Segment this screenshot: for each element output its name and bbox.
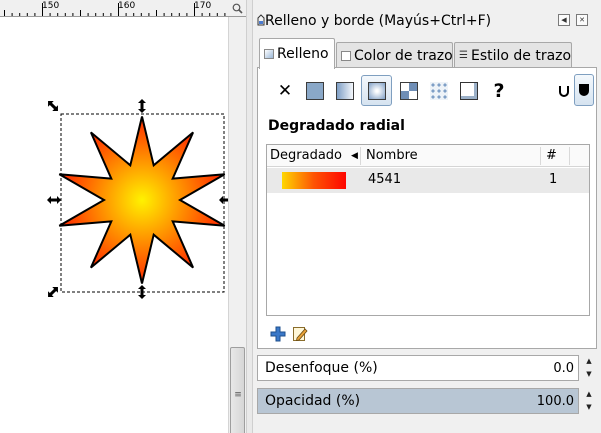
dialog-close-button[interactable]: ✕ xyxy=(576,14,588,26)
gradient-count: 1 xyxy=(549,172,558,187)
radial-gradient-icon xyxy=(367,81,386,100)
fill-tab-panel: ✕ ? Degradado radial Degradado ◀ Nombre … xyxy=(257,67,597,349)
swatch-button[interactable] xyxy=(426,78,452,104)
tab-fill-label: Relleno xyxy=(277,46,329,62)
ruler-label-150: 150 xyxy=(42,1,60,11)
zoom-icon xyxy=(232,3,243,14)
unset-paint-button[interactable] xyxy=(456,78,482,104)
nonzero-icon xyxy=(579,84,589,96)
blur-label: Desenfoque (%) xyxy=(265,360,378,376)
edit-gradient-button[interactable] xyxy=(292,326,308,342)
flat-color-icon xyxy=(306,82,324,100)
blur-spinner[interactable]: ▲ ▼ xyxy=(583,355,595,381)
fill-tab-icon xyxy=(264,49,274,59)
drawing-canvas[interactable] xyxy=(0,17,228,433)
spin-down-icon[interactable]: ▼ xyxy=(583,368,595,381)
scrollbar-thumb[interactable]: ≡ xyxy=(230,347,245,433)
gradient-list-header: Degradado ◀ Nombre # xyxy=(267,145,589,167)
opacity-value[interactable]: 100.0 xyxy=(537,394,574,409)
ruler-label-160: 160 xyxy=(118,1,136,11)
tab-stroke-style[interactable]: ☰ Estilo de trazo xyxy=(454,42,572,68)
dialog-title-bar: Relleno y borde (Mayús+Ctrl+F) ◀ ✕ xyxy=(253,10,601,32)
tab-stroke-style-label: Estilo de trazo xyxy=(470,47,572,64)
x-icon: ✕ xyxy=(277,81,293,101)
pattern-button[interactable] xyxy=(396,78,422,104)
handle-top[interactable] xyxy=(138,99,146,113)
gradient-row[interactable]: 4541 1 xyxy=(267,168,589,193)
spin-up-icon[interactable]: ▲ xyxy=(583,355,595,368)
stroke-paint-tab-icon xyxy=(341,50,351,61)
panel-separator[interactable] xyxy=(246,0,253,433)
opacity-label: Opacidad (%) xyxy=(265,393,361,409)
handle-top-left[interactable] xyxy=(45,98,61,114)
blur-field[interactable]: Desenfoque (%) 0.0 xyxy=(257,355,579,381)
add-gradient-button[interactable] xyxy=(270,326,286,342)
question-icon: ? xyxy=(493,80,505,102)
linear-gradient-icon xyxy=(336,82,354,100)
tab-stroke-paint[interactable]: Color de trazo xyxy=(336,42,453,68)
fill-rule-nonzero-button[interactable] xyxy=(574,74,594,106)
stroke-style-tab-icon: ☰ xyxy=(459,50,468,61)
sort-arrow-icon: ◀ xyxy=(351,151,358,161)
column-name[interactable]: Nombre xyxy=(366,148,418,163)
flat-color-button[interactable] xyxy=(302,78,328,104)
column-gradient[interactable]: Degradado xyxy=(270,148,342,163)
radial-gradient-button[interactable] xyxy=(361,75,392,106)
evenodd-icon xyxy=(559,86,569,97)
column-separator xyxy=(569,147,570,165)
section-title: Degradado radial xyxy=(268,118,405,134)
tab-fill[interactable]: Relleno xyxy=(259,38,335,69)
handle-bottom-left[interactable] xyxy=(45,284,61,300)
tab-stroke-paint-label: Color de trazo xyxy=(354,47,453,64)
zoom-corner-button[interactable] xyxy=(228,0,246,17)
fill-stroke-dialog: Relleno y borde (Mayús+Ctrl+F) ◀ ✕ Relle… xyxy=(253,0,601,433)
swatch-icon xyxy=(430,82,448,100)
column-separator xyxy=(360,147,361,165)
gradient-name: 4541 xyxy=(368,172,402,187)
gradient-list-tools xyxy=(268,324,328,344)
gradient-list[interactable]: Degradado ◀ Nombre # 4541 1 xyxy=(266,144,590,316)
horizontal-ruler: 150 160 170 xyxy=(0,0,228,17)
opacity-spinner[interactable]: ▲ ▼ xyxy=(583,388,595,414)
dialog-title: Relleno y borde (Mayús+Ctrl+F) xyxy=(265,13,492,29)
ruler-label-170: 170 xyxy=(194,1,212,11)
blur-value[interactable]: 0.0 xyxy=(553,361,574,376)
no-paint-button[interactable]: ✕ xyxy=(272,78,298,104)
linear-gradient-button[interactable] xyxy=(332,78,358,104)
handle-left[interactable] xyxy=(47,196,61,204)
spin-down-icon[interactable]: ▼ xyxy=(583,401,595,414)
unset-icon xyxy=(460,82,478,100)
canvas-area[interactable]: 150 160 170 xyxy=(0,0,228,433)
gradient-preview xyxy=(282,172,346,189)
dialog-tabs: Relleno Color de trazo ☰ Estilo de trazo xyxy=(257,38,597,69)
dialog-iconify-button[interactable]: ◀ xyxy=(558,14,570,26)
unknown-paint-button[interactable]: ? xyxy=(486,78,512,104)
vertical-scrollbar[interactable]: ≡ xyxy=(228,17,246,433)
column-count[interactable]: # xyxy=(546,148,557,163)
star-shape[interactable] xyxy=(58,116,226,284)
pattern-icon xyxy=(400,82,418,100)
grip-icon: ≡ xyxy=(234,390,241,400)
spin-up-icon[interactable]: ▲ xyxy=(583,388,595,401)
paint-type-row: ✕ ? xyxy=(272,74,594,106)
column-separator xyxy=(540,147,541,165)
opacity-field[interactable]: Opacidad (%) 100.0 xyxy=(257,388,579,414)
